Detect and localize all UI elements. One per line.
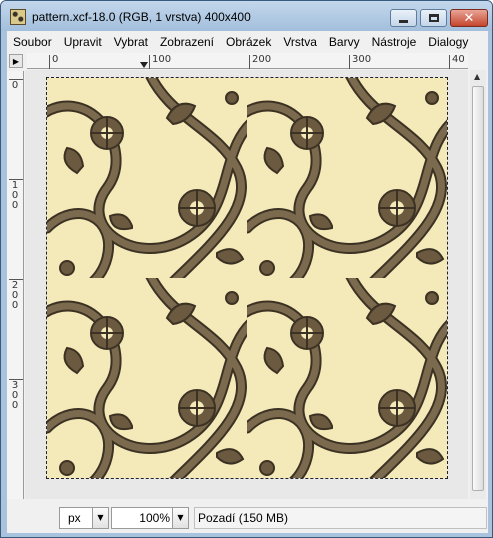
vertical-ruler[interactable]: 0 1 0 0 2 0 0 3 0 0 xyxy=(7,71,24,511)
unit-select[interactable]: px ▼ xyxy=(59,507,109,529)
ruler-tick xyxy=(349,55,350,69)
ruler-tick xyxy=(149,55,150,69)
image-menu-button[interactable]: ▶ xyxy=(9,54,23,68)
ruler-tick xyxy=(49,55,50,69)
title-bar[interactable]: pattern.xcf-18.0 (RGB, 1 vrstva) 400x400… xyxy=(1,1,492,31)
ruler-label: 300 xyxy=(352,54,372,65)
arrow-right-icon: ▶ xyxy=(12,56,20,66)
menu-dialogy[interactable]: Dialogy xyxy=(422,35,474,49)
image-canvas[interactable] xyxy=(46,77,448,479)
menu-obrazek[interactable]: Obrázek xyxy=(220,35,277,49)
minimize-icon xyxy=(399,19,408,23)
maximize-icon xyxy=(428,14,439,22)
zoom-select[interactable]: 100% ▼ xyxy=(111,507,189,529)
unit-dropdown-icon[interactable]: ▼ xyxy=(92,508,108,528)
window-title: pattern.xcf-18.0 (RGB, 1 vrstva) 400x400 xyxy=(32,10,251,24)
ruler-tick xyxy=(449,55,450,69)
canvas-area[interactable] xyxy=(25,70,468,511)
menu-upravit[interactable]: Upravit xyxy=(58,35,108,49)
ruler-label: 1 0 0 xyxy=(11,180,19,211)
menu-bar: Soubor Upravit Vybrat Zobrazení Obrázek … xyxy=(7,31,488,52)
image-thumbnail-icon xyxy=(10,9,26,25)
ruler-label: 2 0 0 xyxy=(11,280,19,311)
menu-vrstva[interactable]: Vrstva xyxy=(277,35,323,49)
pattern-image xyxy=(47,78,447,478)
zoom-value: 100% xyxy=(139,511,170,525)
minimize-button[interactable] xyxy=(390,9,417,27)
ruler-label: 100 xyxy=(152,54,172,65)
window-client: Soubor Upravit Vybrat Zobrazení Obrázek … xyxy=(7,31,488,533)
close-icon: ✕ xyxy=(463,10,475,26)
ruler-label: 40 xyxy=(452,54,465,65)
zoom-dropdown-icon[interactable]: ▼ xyxy=(172,508,188,528)
layer-status: Pozadí (150 MB) xyxy=(194,507,487,529)
unit-value: px xyxy=(68,511,81,525)
menu-barvy[interactable]: Barvy xyxy=(323,35,366,49)
ruler-label: 3 0 0 xyxy=(11,380,19,411)
horizontal-ruler[interactable]: 0 100 200 300 40 xyxy=(27,53,468,69)
menu-zobrazeni[interactable]: Zobrazení xyxy=(154,35,220,49)
maximize-button[interactable] xyxy=(420,9,447,27)
ruler-tick xyxy=(249,55,250,69)
vertical-scrollbar[interactable]: ▲ ▼ xyxy=(470,70,486,511)
close-button[interactable]: ✕ xyxy=(450,9,488,27)
image-window: pattern.xcf-18.0 (RGB, 1 vrstva) 400x400… xyxy=(0,0,493,538)
menu-soubor[interactable]: Soubor xyxy=(7,35,58,49)
menu-nastroje[interactable]: Nástroje xyxy=(366,35,423,49)
ruler-label: 200 xyxy=(252,54,272,65)
scroll-up-icon[interactable]: ▲ xyxy=(474,72,480,81)
ruler-pointer-icon xyxy=(140,62,148,68)
status-bar: px ▼ 100% ▼ Pozadí (150 MB) xyxy=(7,499,488,533)
vertical-scroll-thumb[interactable] xyxy=(472,86,484,491)
ruler-label: 0 xyxy=(52,54,59,65)
menu-vybrat[interactable]: Vybrat xyxy=(108,35,154,49)
ruler-label: 0 xyxy=(11,80,19,91)
